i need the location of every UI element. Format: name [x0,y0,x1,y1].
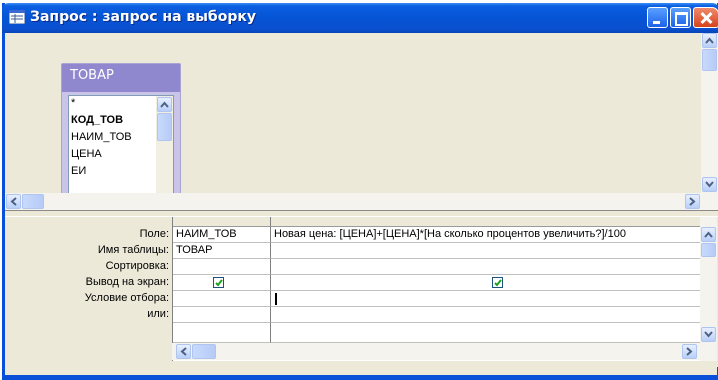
minimize-button[interactable] [647,7,668,28]
table-field-list-tovar[interactable]: ТОВАР * КОД_ТОВ НАИМ_ТОВ ЦЕНА ЕИ [61,63,181,207]
scroll-thumb[interactable] [157,113,172,141]
cell-or[interactable] [173,307,271,323]
query-window: Запрос : запрос на выборку ТОВАР * КОД_Т… [2,3,718,380]
row-label-or: или: [147,308,169,320]
show-checkbox[interactable] [213,277,224,288]
row-label-field: Поле: [139,228,169,240]
cell-show[interactable] [173,275,271,291]
pane-splitter[interactable] [5,210,718,217]
table-pane[interactable]: ТОВАР * КОД_ТОВ НАИМ_ТОВ ЦЕНА ЕИ [5,33,718,207]
cell-show[interactable] [271,275,701,291]
column-selector[interactable] [173,217,271,227]
title-bar[interactable]: Запрос : запрос на выборку [2,3,718,33]
row-label-sort: Сортировка: [105,260,169,272]
field-list[interactable]: * КОД_ТОВ НАИМ_ТОВ ЦЕНА ЕИ [68,95,174,207]
field-item-ei[interactable]: ЕИ [71,165,86,177]
field-item-naim-tov[interactable]: НАИМ_ТОВ [71,131,132,143]
table-title: ТОВАР [70,68,114,83]
checkmark-icon [215,279,223,287]
cell-table[interactable] [271,243,701,259]
chevron-down-icon [704,331,713,338]
design-grid[interactable]: НАИМ_ТОВ ТОВАР Новая цена: [ЦЕНА]+[ЦЕНА]… [172,217,701,361]
cell-criteria[interactable] [173,291,271,307]
grid-horizontal-scrollbar[interactable] [172,343,700,360]
cell-field[interactable]: Новая цена: [ЦЕНА]+[ЦЕНА]*[На сколько пр… [271,227,701,243]
cell-sort[interactable] [271,259,701,275]
table-title-bar[interactable]: ТОВАР [62,64,180,92]
table-pane-horizontal-scrollbar[interactable] [5,193,718,210]
field-item-all[interactable]: * [71,97,75,109]
chevron-right-icon [689,197,696,206]
window-bottom-border [2,375,718,380]
column-selector[interactable] [271,217,701,227]
chevron-up-icon [705,37,714,44]
field-item-kod-tov[interactable]: КОД_ТОВ [71,114,123,126]
chevron-up-icon [704,231,713,238]
window-title: Запрос : запрос на выборку [30,9,256,25]
show-checkbox[interactable] [492,277,503,288]
scroll-right-button[interactable] [682,344,697,359]
maximize-button[interactable] [670,7,691,28]
scroll-down-button[interactable] [702,177,717,192]
scroll-thumb[interactable] [192,344,216,359]
row-label-table: Имя таблицы: [97,244,169,256]
query-design-grid: Поле: Имя таблицы: Сортировка: Вывод на … [5,217,718,367]
chevron-left-icon [180,347,187,356]
scroll-up-button[interactable] [157,97,172,112]
scroll-thumb[interactable] [701,243,716,257]
cell-table[interactable]: ТОВАР [173,243,271,259]
chevron-left-icon [10,197,17,206]
field-item-cena[interactable]: ЦЕНА [71,148,102,160]
query-icon [9,10,25,24]
scroll-right-button[interactable] [685,194,700,209]
scroll-down-button[interactable] [701,327,716,342]
scroll-left-button[interactable] [176,344,191,359]
field-list-scrollbar[interactable] [156,96,173,207]
chevron-right-icon [686,347,693,356]
checkmark-icon [494,279,502,287]
chevron-up-icon [160,101,169,108]
cell-sort[interactable] [173,259,271,275]
cell-or[interactable] [271,307,701,323]
cell-field[interactable]: НАИМ_ТОВ [173,227,271,243]
close-button[interactable] [693,7,718,28]
cell-criteria[interactable] [271,291,701,307]
scroll-thumb[interactable] [22,194,44,209]
scroll-left-button[interactable] [6,194,21,209]
chevron-down-icon [705,181,714,188]
cell-empty[interactable] [271,323,701,343]
row-label-criteria: Условие отбора: [84,292,169,304]
table-pane-vertical-scrollbar[interactable] [701,33,718,193]
scroll-thumb[interactable] [702,49,717,71]
row-label-show: Вывод на экран: [85,276,169,288]
cell-empty[interactable] [173,323,271,343]
scroll-up-button[interactable] [701,227,716,242]
text-caret [275,293,277,305]
grid-vertical-scrollbar[interactable] [700,217,717,361]
scroll-up-button[interactable] [702,33,717,48]
